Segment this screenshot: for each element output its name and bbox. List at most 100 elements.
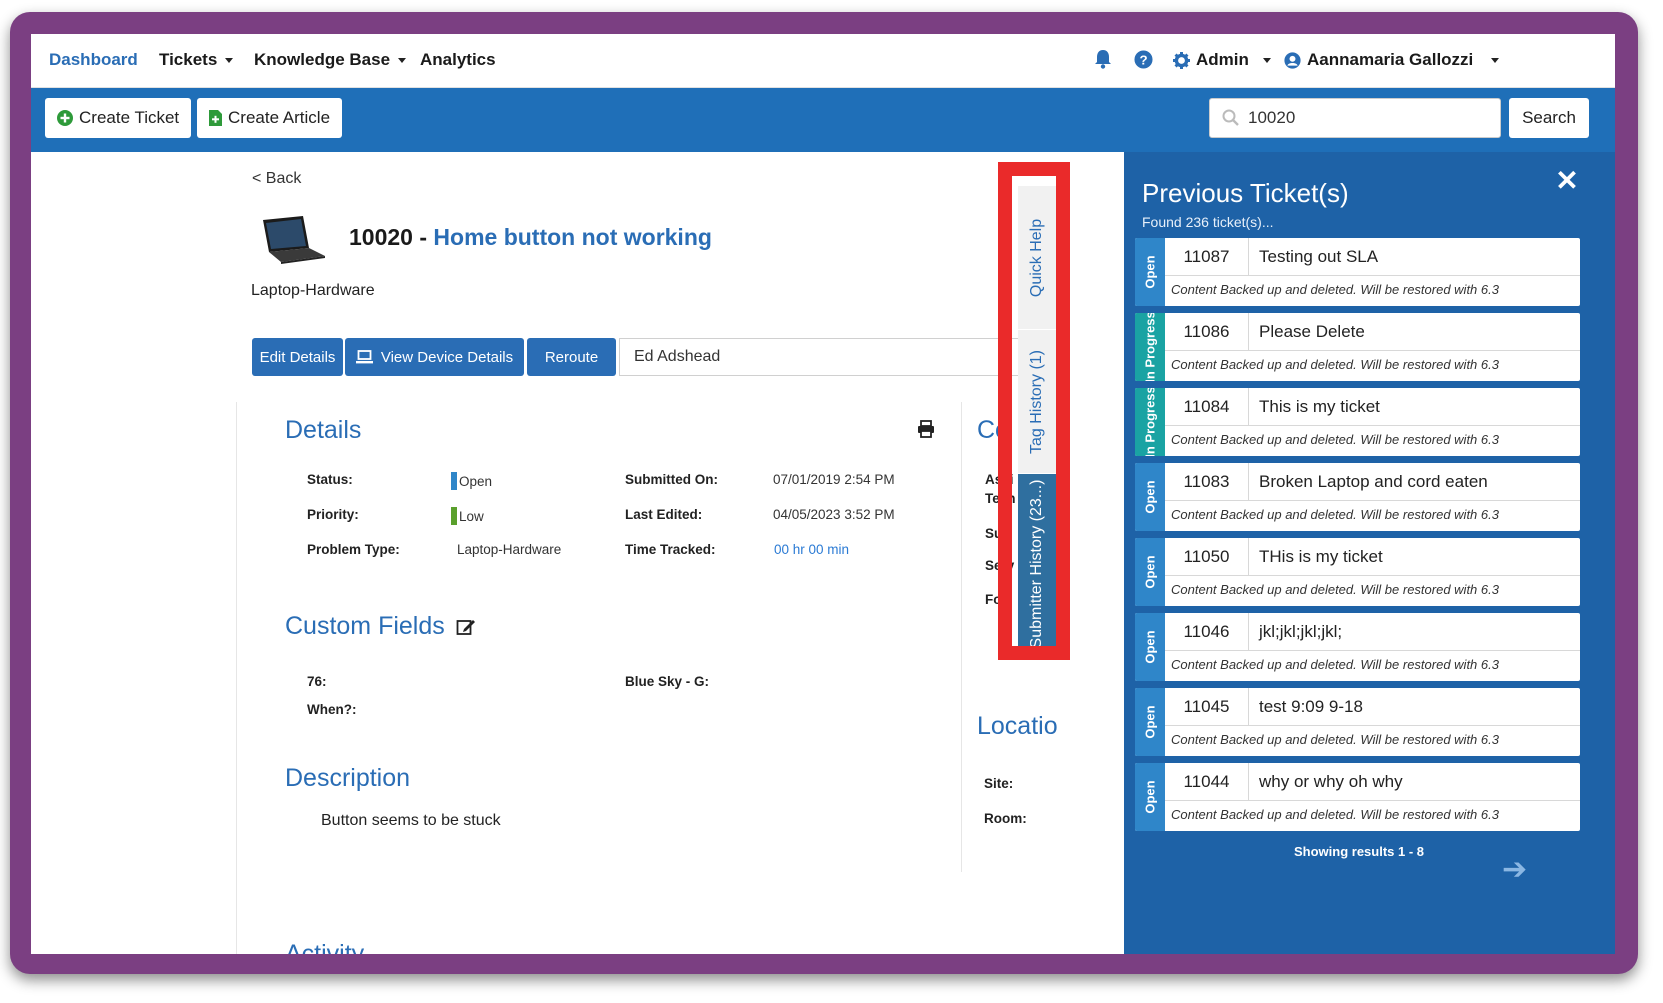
priority-text: Low bbox=[459, 509, 484, 524]
back-link[interactable]: < Back bbox=[252, 170, 301, 188]
status-label: Status: bbox=[307, 472, 353, 487]
close-icon[interactable]: ✕ bbox=[1552, 166, 1582, 196]
ticket-card[interactable]: Open 11087 Testing out SLA Content Backed u… bbox=[1135, 238, 1580, 306]
ticket-status-badge: Open bbox=[1135, 238, 1165, 306]
ticket-status-badge: Open bbox=[1135, 538, 1165, 606]
ticket-status-text: Open bbox=[1142, 555, 1158, 589]
nav-admin[interactable]: Admin bbox=[1173, 50, 1271, 70]
ticket-card-title: This is my ticket bbox=[1249, 388, 1580, 426]
create-ticket-label: Create Ticket bbox=[79, 108, 180, 127]
ticket-card[interactable]: Open 11044 why or why oh why Content Backed… bbox=[1135, 763, 1580, 831]
last-edited-label: Last Edited: bbox=[625, 507, 703, 522]
custom-fields-heading: Custom Fields bbox=[285, 612, 476, 641]
priority-label: Priority: bbox=[307, 507, 359, 522]
top-nav: Dashboard Tickets Knowledge Base Analyti… bbox=[31, 34, 1615, 88]
app-window: Dashboard Tickets Knowledge Base Analyti… bbox=[31, 34, 1615, 954]
ticket-status-text: Open bbox=[1142, 255, 1158, 289]
plus-circle-icon bbox=[57, 110, 73, 126]
time-tracked-label: Time Tracked: bbox=[625, 542, 716, 557]
edit-icon[interactable] bbox=[456, 617, 476, 637]
nav-knowledge-base[interactable]: Knowledge Base bbox=[254, 50, 407, 70]
details-heading: Details bbox=[285, 416, 362, 444]
search-icon bbox=[1222, 109, 1239, 126]
notifications-bell-icon[interactable] bbox=[1094, 49, 1112, 69]
chevron-down-icon bbox=[1491, 57, 1500, 63]
ticket-id: 11086 bbox=[1165, 313, 1249, 351]
ticket-card[interactable]: Open 11083 Broken Laptop and cord eaten Con… bbox=[1135, 463, 1580, 531]
ticket-id: 11083 bbox=[1165, 463, 1249, 501]
ticket-status-badge: Open bbox=[1135, 613, 1165, 681]
ticket-card[interactable]: Open 11046 jkl;jkl;jkl;jkl; Content Backed … bbox=[1135, 613, 1580, 681]
ticket-card-description: Content Backed up and deleted. Will be r… bbox=[1171, 807, 1499, 822]
ticket-id: 11087 bbox=[1165, 238, 1249, 276]
submitted-on-label: Submitted On: bbox=[625, 472, 718, 487]
ticket-card-title: jkl;jkl;jkl;jkl; bbox=[1249, 613, 1580, 651]
activity-heading: Activity bbox=[285, 940, 365, 954]
action-toolbar: Create Ticket Create Article 10020 Searc… bbox=[31, 88, 1615, 152]
nav-analytics[interactable]: Analytics bbox=[420, 50, 496, 70]
previous-tickets-panel: Previous Ticket(s) Found 236 ticket(s)..… bbox=[1124, 152, 1615, 954]
ticket-card[interactable]: Open 11050 THis is my ticket Content Backed… bbox=[1135, 538, 1580, 606]
ticket-status-badge: In Progress bbox=[1135, 313, 1165, 381]
status-value: Open bbox=[451, 472, 492, 490]
ticket-card-description: Content Backed up and deleted. Will be r… bbox=[1171, 357, 1499, 372]
nav-dashboard-label: Dashboard bbox=[49, 50, 138, 69]
ticket-status-text: In Progress bbox=[1142, 388, 1158, 456]
site-label: Site: bbox=[984, 776, 1014, 791]
view-device-details-button[interactable]: View Device Details bbox=[345, 338, 524, 376]
print-icon[interactable] bbox=[917, 420, 935, 443]
assignee-field[interactable]: Ed Adshead bbox=[619, 338, 1019, 376]
status-text: Open bbox=[459, 474, 493, 489]
ticket-card-title: test 9:09 9-18 bbox=[1249, 688, 1580, 726]
time-tracked-value[interactable]: 00 hr 00 min bbox=[774, 542, 849, 557]
nav-tickets-label: Tickets bbox=[159, 50, 218, 69]
ticket-card[interactable]: In Progress 11086 Please Delete Content Bac… bbox=[1135, 313, 1580, 381]
problem-type-value: Laptop-Hardware bbox=[457, 542, 562, 557]
nav-analytics-label: Analytics bbox=[420, 50, 496, 69]
ticket-card-description: Content Backed up and deleted. Will be r… bbox=[1171, 657, 1499, 672]
search-input[interactable]: 10020 bbox=[1209, 98, 1501, 138]
nav-tickets[interactable]: Tickets bbox=[159, 50, 234, 70]
room-label: Room: bbox=[984, 811, 1027, 826]
user-avatar-icon bbox=[1284, 51, 1301, 69]
chevron-down-icon bbox=[1262, 57, 1271, 63]
status-color-bar bbox=[451, 472, 457, 490]
search-button[interactable]: Search bbox=[1509, 98, 1589, 138]
next-page-arrow-icon[interactable]: ➔ bbox=[1502, 852, 1527, 887]
description-text: Button seems to be stuck bbox=[321, 812, 501, 829]
ticket-status-badge: Open bbox=[1135, 688, 1165, 756]
nav-dashboard[interactable]: Dashboard bbox=[49, 50, 138, 70]
ticket-id: 11046 bbox=[1165, 613, 1249, 651]
ticket-card-description: Content Backed up and deleted. Will be r… bbox=[1171, 732, 1499, 747]
ticket-status-text: In Progress bbox=[1142, 313, 1158, 381]
custom-field-76-label: 76: bbox=[307, 674, 327, 689]
ticket-status-badge: Open bbox=[1135, 763, 1165, 831]
help-icon[interactable]: ? bbox=[1134, 50, 1153, 69]
create-ticket-button[interactable]: Create Ticket bbox=[45, 98, 192, 138]
reroute-button[interactable]: Reroute bbox=[527, 338, 616, 376]
custom-field-when-label: When?: bbox=[307, 702, 357, 717]
ticket-card[interactable]: In Progress 11084 This is my ticket Content… bbox=[1135, 388, 1580, 456]
create-article-button[interactable]: Create Article bbox=[197, 98, 343, 138]
ticket-card[interactable]: Open 11045 test 9:09 9-18 Content Backed up… bbox=[1135, 688, 1580, 756]
reroute-label: Reroute bbox=[544, 348, 599, 366]
file-plus-icon bbox=[209, 110, 222, 126]
ticket-status-text: Open bbox=[1142, 705, 1158, 739]
screenshot-frame: Dashboard Tickets Knowledge Base Analyti… bbox=[10, 12, 1638, 974]
search-value: 10020 bbox=[1248, 108, 1296, 127]
nav-user-menu[interactable]: Aannamaria Gallozzi bbox=[1284, 50, 1500, 70]
gear-icon bbox=[1173, 51, 1190, 69]
priority-value: Low bbox=[451, 507, 484, 525]
nav-user-label: Aannamaria Gallozzi bbox=[1307, 50, 1474, 69]
laptop-icon bbox=[355, 350, 373, 364]
edit-details-button[interactable]: Edit Details bbox=[252, 338, 343, 376]
search-button-label: Search bbox=[1522, 108, 1576, 127]
ticket-id: 11044 bbox=[1165, 763, 1249, 801]
problem-type-label: Problem Type: bbox=[307, 542, 400, 557]
ticket-card-description: Content Backed up and deleted. Will be r… bbox=[1171, 582, 1499, 597]
ticket-card-title: Testing out SLA bbox=[1249, 238, 1580, 276]
ticket-detail: < Back 10020 - Home button not working L… bbox=[31, 152, 1141, 954]
ticket-card-title: why or why oh why bbox=[1249, 763, 1580, 801]
ticket-card-title: THis is my ticket bbox=[1249, 538, 1580, 576]
previous-tickets-title: Previous Ticket(s) bbox=[1142, 178, 1349, 208]
